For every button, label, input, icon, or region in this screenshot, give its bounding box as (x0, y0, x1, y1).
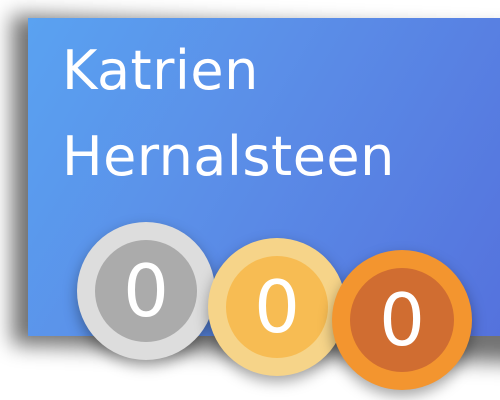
bronze-medal-face: 0 (350, 268, 454, 372)
silver-medal-count: 0 (123, 249, 169, 333)
first-name: Katrien (62, 39, 259, 102)
gold-medal-count: 0 (254, 265, 300, 349)
bronze-medal-icon: 0 (332, 250, 472, 390)
last-name: Hernalsteen (62, 125, 395, 188)
silver-medal-face: 0 (95, 240, 197, 342)
bronze-medal-count: 0 (379, 278, 425, 362)
gold-medal-face: 0 (226, 256, 328, 358)
silver-medal-icon: 0 (77, 222, 215, 360)
gold-medal-icon: 0 (208, 238, 346, 376)
profile-badge: Katrien Hernalsteen 0 0 0 (0, 0, 500, 400)
